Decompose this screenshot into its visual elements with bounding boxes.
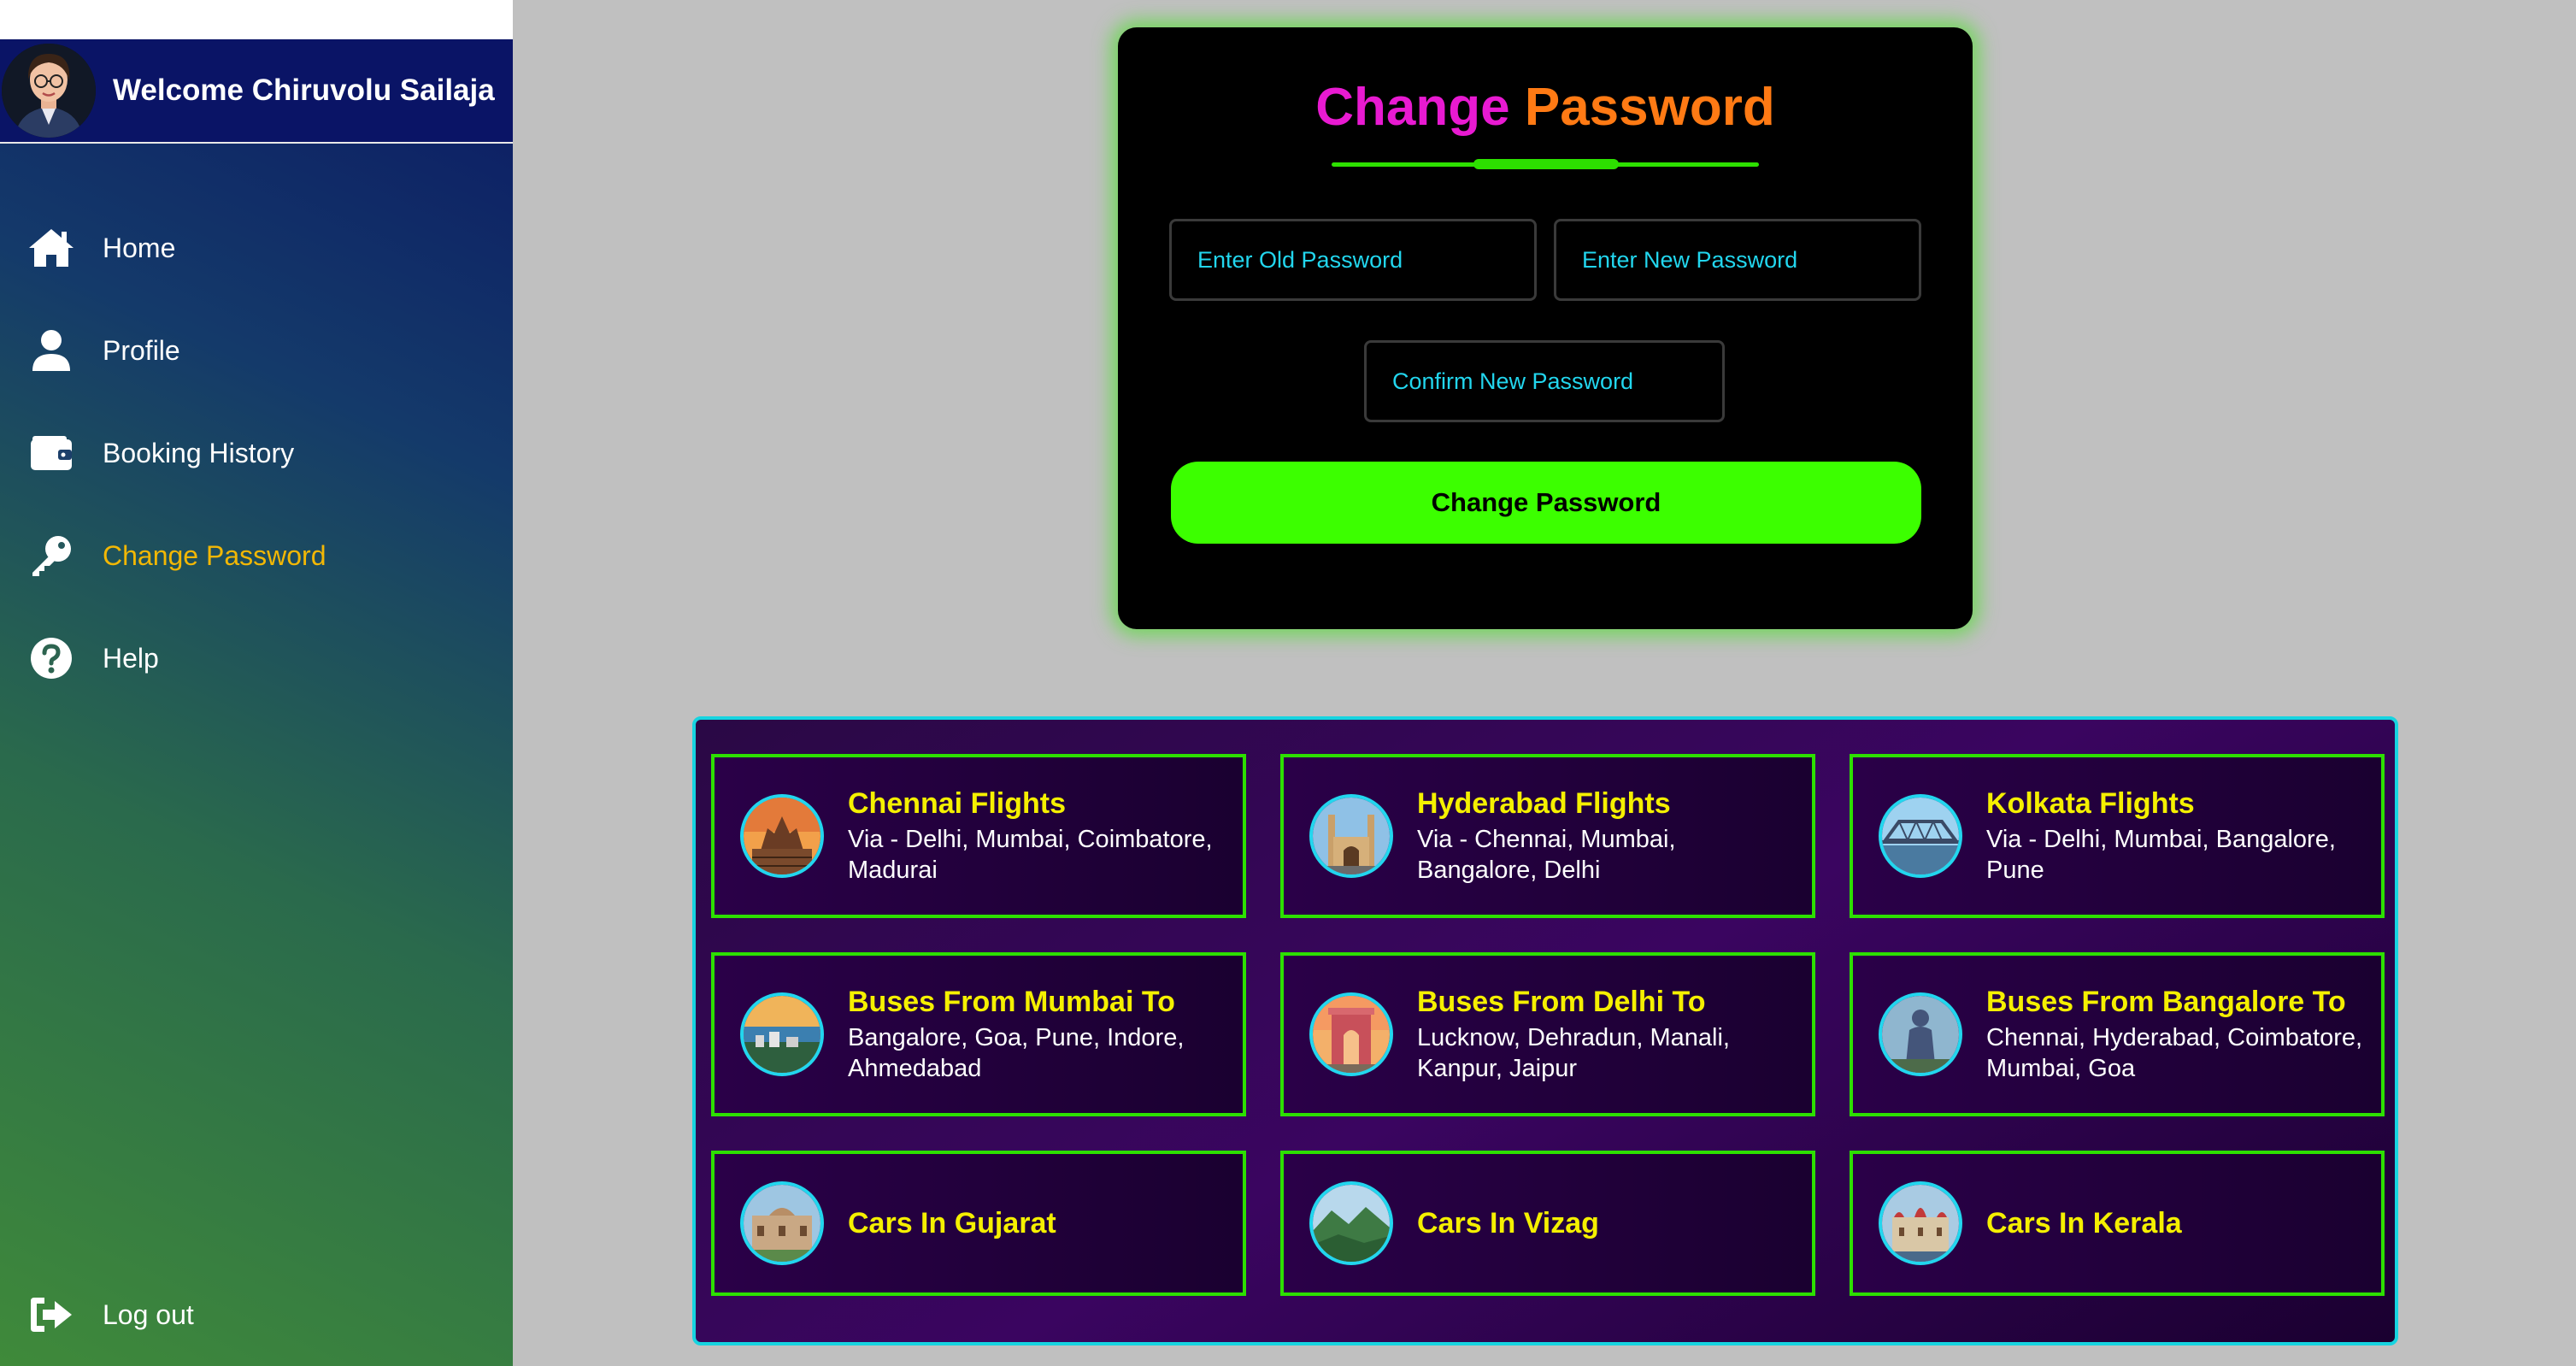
sidebar-item-home[interactable]: Home bbox=[0, 197, 513, 299]
howrah-bridge-image bbox=[1879, 794, 1962, 878]
tile-title: Buses From Delhi To bbox=[1417, 986, 1706, 1018]
sidebar-item-profile[interactable]: Profile bbox=[0, 299, 513, 402]
user-icon bbox=[27, 327, 75, 374]
sidebar-item-label: Help bbox=[103, 642, 159, 674]
tile-subtitle-line: Via - Delhi, Mumbai, Bangalore, bbox=[1986, 826, 2336, 853]
tile-subtitle-line: Madurai bbox=[848, 857, 938, 884]
destination-tile-cars-gujarat[interactable]: Cars In Gujarat bbox=[711, 1151, 1246, 1296]
tile-title: Hyderabad Flights bbox=[1417, 787, 1671, 820]
destination-tile-cars-kerala[interactable]: Cars In Kerala bbox=[1850, 1151, 2385, 1296]
destination-tile-cars-vizag[interactable]: Cars In Vizag bbox=[1280, 1151, 1815, 1296]
question-circle-icon bbox=[27, 634, 75, 682]
destination-tile-buses-bangalore[interactable]: Buses From Bangalore To Chennai, Hyderab… bbox=[1850, 952, 2385, 1116]
sidebar-item-label: Booking History bbox=[103, 437, 295, 468]
charminar-image bbox=[1309, 794, 1393, 878]
tile-subtitle-line: Lucknow, Dehradun, Manali, bbox=[1417, 1024, 1730, 1051]
kerala-palace-image bbox=[1879, 1181, 1962, 1265]
old-password-input[interactable] bbox=[1169, 219, 1537, 301]
sidebar: Welcome Chiruvolu Sailaja Home Profile B… bbox=[0, 0, 513, 1366]
tile-title: Cars In Gujarat bbox=[848, 1207, 1056, 1239]
tile-title: Cars In Vizag bbox=[1417, 1207, 1599, 1239]
logout-label: Log out bbox=[103, 1298, 194, 1330]
sidebar-item-label: Home bbox=[103, 232, 176, 263]
welcome-text: Welcome Chiruvolu Sailaja bbox=[113, 74, 495, 107]
change-password-card: Change Password Change Password bbox=[1118, 27, 1973, 629]
wallet-icon bbox=[27, 429, 75, 477]
vizag-hills-image bbox=[1309, 1181, 1393, 1265]
confirm-password-input[interactable] bbox=[1364, 340, 1725, 422]
title-part-2: Password bbox=[1524, 78, 1775, 137]
sidebar-item-change-password[interactable]: Change Password bbox=[0, 504, 513, 607]
sidebar-item-label: Profile bbox=[103, 334, 180, 366]
destination-tile-hyderabad-flights[interactable]: Hyderabad Flights Via - Chennai, Mumbai,… bbox=[1280, 754, 1815, 918]
destination-tile-buses-delhi[interactable]: Buses From Delhi To Lucknow, Dehradun, M… bbox=[1280, 952, 1815, 1116]
shiva-statue-image bbox=[1879, 992, 1962, 1076]
destination-tile-kolkata-flights[interactable]: Kolkata Flights Via - Delhi, Mumbai, Ban… bbox=[1850, 754, 2385, 918]
tile-subtitle-line: Pune bbox=[1986, 857, 2044, 884]
page-title: Change Password bbox=[1118, 77, 1973, 138]
home-icon bbox=[27, 224, 75, 272]
destination-tile-buses-mumbai[interactable]: Buses From Mumbai To Bangalore, Goa, Pun… bbox=[711, 952, 1246, 1116]
sign-out-icon bbox=[27, 1291, 75, 1339]
tile-title: Chennai Flights bbox=[848, 787, 1066, 820]
tile-subtitle-line: Ahmedabad bbox=[848, 1055, 982, 1082]
sidebar-nav: Home Profile Booking History Change Pass… bbox=[0, 197, 513, 709]
new-password-input[interactable] bbox=[1554, 219, 1921, 301]
change-password-button[interactable]: Change Password bbox=[1171, 462, 1921, 544]
title-part-1: Change bbox=[1315, 78, 1510, 137]
key-icon bbox=[27, 532, 75, 580]
tile-subtitle-line: Kanpur, Jaipur bbox=[1417, 1055, 1578, 1082]
sidebar-item-booking-history[interactable]: Booking History bbox=[0, 402, 513, 504]
gujarat-palace-image bbox=[740, 1181, 824, 1265]
tile-title: Buses From Mumbai To bbox=[848, 986, 1175, 1018]
chennai-temple-image bbox=[740, 794, 824, 878]
tile-subtitle-line: Via - Chennai, Mumbai, bbox=[1417, 826, 1676, 853]
tile-title: Buses From Bangalore To bbox=[1986, 986, 2346, 1018]
tile-subtitle-line: Chennai, Hyderabad, Coimbatore, bbox=[1986, 1024, 2363, 1051]
destinations-panel: Chennai Flights Via - Delhi, Mumbai, Coi… bbox=[692, 716, 2398, 1345]
tile-subtitle-line: Mumbai, Goa bbox=[1986, 1055, 2136, 1082]
tile-subtitle-line: Bangalore, Delhi bbox=[1417, 857, 1601, 884]
sidebar-item-help[interactable]: Help bbox=[0, 607, 513, 709]
tile-subtitle-line: Via - Delhi, Mumbai, Coimbatore, bbox=[848, 826, 1213, 853]
avatar bbox=[2, 44, 96, 138]
tile-title: Cars In Kerala bbox=[1986, 1207, 2182, 1239]
destination-tile-chennai-flights[interactable]: Chennai Flights Via - Delhi, Mumbai, Coi… bbox=[711, 754, 1246, 918]
profile-header: Welcome Chiruvolu Sailaja bbox=[0, 39, 513, 144]
title-underline-accent bbox=[1473, 159, 1619, 169]
sidebar-item-label: Change Password bbox=[103, 539, 326, 571]
tile-title: Kolkata Flights bbox=[1986, 787, 2195, 820]
tile-subtitle-line: Bangalore, Goa, Pune, Indore, bbox=[848, 1024, 1185, 1051]
india-gate-image bbox=[1309, 992, 1393, 1076]
mumbai-coast-image bbox=[740, 992, 824, 1076]
logout-button[interactable]: Log out bbox=[0, 1263, 540, 1366]
sidebar-top-strip bbox=[0, 0, 513, 39]
